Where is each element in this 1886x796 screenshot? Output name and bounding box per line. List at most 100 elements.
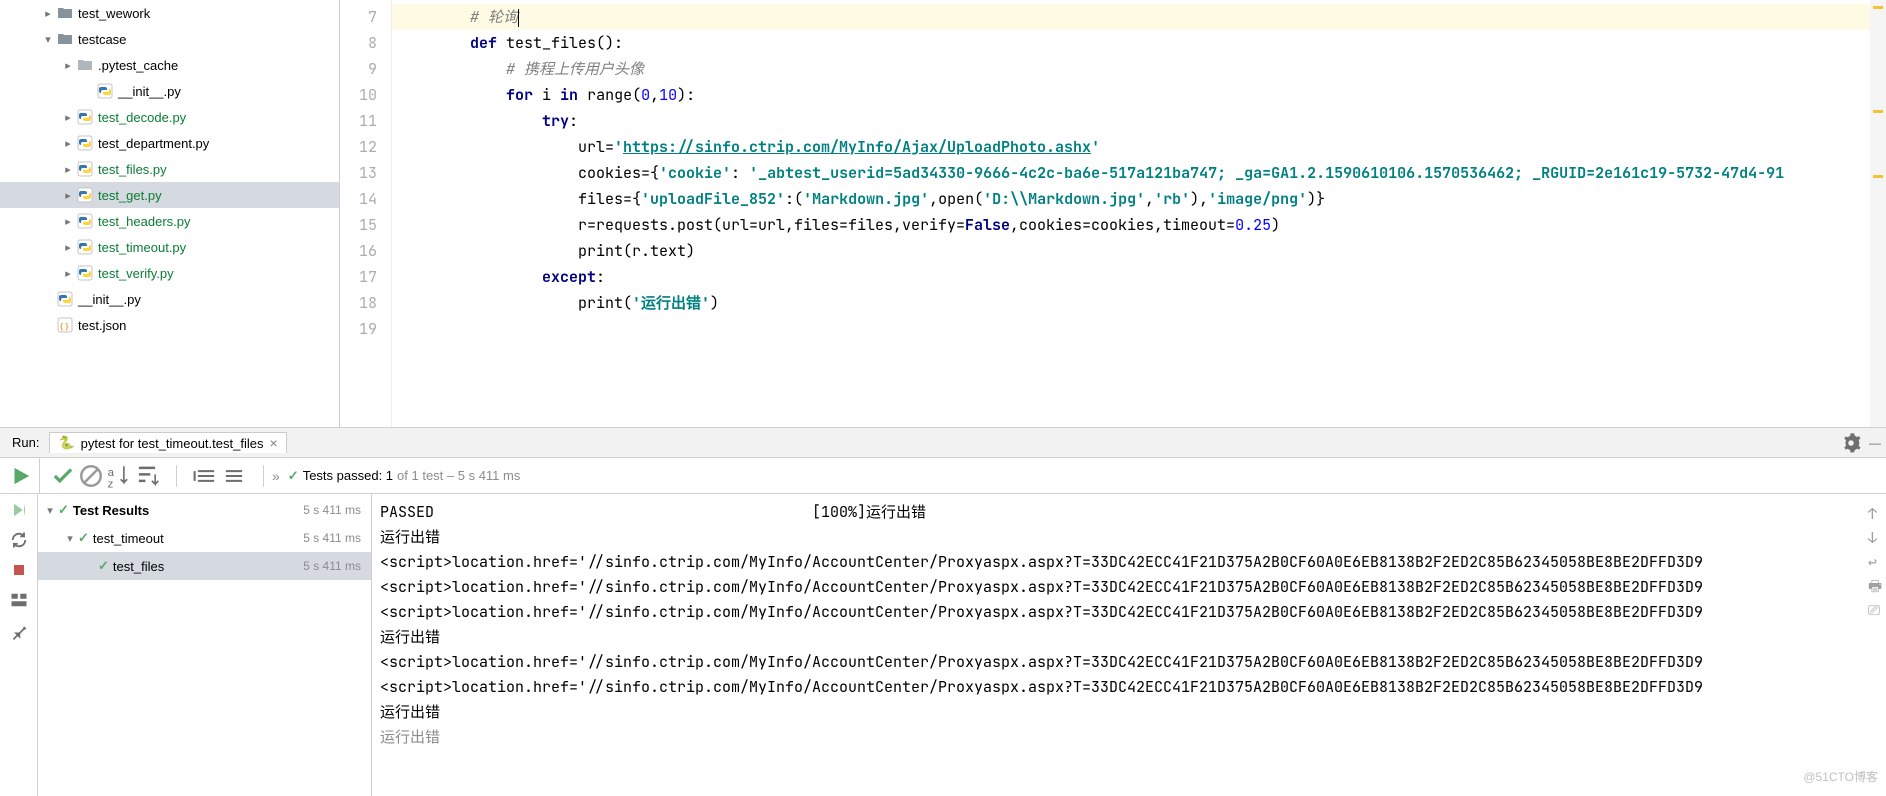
tree-item-test-json[interactable]: ▸{ }test.json — [0, 312, 339, 338]
py-icon — [96, 82, 114, 100]
watermark: @51CTO博客 — [1803, 765, 1878, 790]
code-editor[interactable]: 78910111213141516171819 # 轮询 def test_fi… — [340, 0, 1886, 427]
sort-alpha-icon[interactable]: az — [106, 463, 132, 489]
pin-icon[interactable] — [9, 620, 29, 640]
line-number: 13 — [340, 160, 391, 186]
svg-text:{ }: { } — [60, 322, 68, 331]
tree-item-label: __init__.py — [78, 292, 141, 307]
tree-item-label: test_headers.py — [98, 214, 191, 229]
py-icon — [56, 290, 74, 308]
test-summary: ✓ Tests passed: 1 of 1 test – 5 s 411 ms — [288, 468, 521, 484]
run-tab-title: pytest for test_timeout.test_files — [81, 436, 264, 451]
rerun-failed-icon[interactable] — [9, 500, 29, 520]
test-results-tree[interactable]: ▾ ✓Test Results 5 s 411 ms ▾ ✓test_timeo… — [38, 494, 372, 796]
line-number: 8 — [340, 30, 391, 56]
line-number: 17 — [340, 264, 391, 290]
test-case-row[interactable]: ▾ ✓test_files 5 s 411 ms — [38, 552, 371, 580]
line-number: 9 — [340, 56, 391, 82]
test-results-root[interactable]: ▾ ✓Test Results 5 s 411 ms — [38, 496, 371, 524]
console-output[interactable]: PASSED [100%]运行出错 运行出错 <script>location.… — [372, 494, 1886, 796]
soft-wrap-icon[interactable]: ↩ — [1868, 550, 1884, 566]
clear-icon[interactable]: ⎚ — [1868, 598, 1884, 614]
folder-icon — [56, 4, 74, 22]
run-left-strip — [0, 494, 38, 796]
print-icon[interactable]: 🖶 — [1868, 574, 1884, 590]
scroll-top-icon[interactable]: ↑ — [1868, 502, 1884, 518]
gear-icon[interactable] — [1840, 432, 1862, 454]
scroll-bottom-icon[interactable]: ↓ — [1868, 526, 1884, 542]
tree-item-label: test_get.py — [98, 188, 162, 203]
editor-scrollbar[interactable] — [1870, 0, 1886, 427]
tree-item-label: test_wework — [78, 6, 150, 21]
run-tab[interactable]: 🐍 pytest for test_timeout.test_files × — [49, 432, 286, 453]
py-icon — [76, 160, 94, 178]
chevron-icon[interactable]: ▸ — [60, 215, 76, 228]
chevron-icon[interactable]: ▾ — [40, 33, 56, 46]
tree-item---init---py[interactable]: ▸__init__.py — [0, 78, 339, 104]
tree-item-test-decode-py[interactable]: ▸ test_decode.py — [0, 104, 339, 130]
chevron-icon[interactable]: ▸ — [60, 111, 76, 124]
collapse-all-icon[interactable] — [221, 463, 247, 489]
close-icon[interactable]: × — [269, 436, 277, 450]
py-icon — [76, 212, 94, 230]
folder-icon — [56, 30, 74, 48]
chevron-icon[interactable]: ▸ — [60, 163, 76, 176]
svg-text:z: z — [108, 478, 114, 489]
editor-code[interactable]: # 轮询 def test_files(): # 携程上传用户头像 for i … — [392, 0, 1886, 427]
show-passed-icon[interactable] — [50, 463, 76, 489]
py-icon — [76, 186, 94, 204]
chevron-icon[interactable]: ▸ — [60, 267, 76, 280]
run-label: Run: — [12, 435, 39, 450]
py-icon — [76, 264, 94, 282]
project-tree[interactable]: ▸test_wework▾testcase▸.pytest_cache▸__in… — [0, 0, 340, 427]
tree-item-label: test_decode.py — [98, 110, 186, 125]
tree-item-testcase[interactable]: ▾testcase — [0, 26, 339, 52]
tree-item-test-wework[interactable]: ▸ test_wework — [0, 0, 339, 26]
line-number: 11 — [340, 108, 391, 134]
tree-item-test-verify-py[interactable]: ▸ test_verify.py — [0, 260, 339, 286]
tree-item-label: .pytest_cache — [98, 58, 178, 73]
py-icon — [76, 108, 94, 126]
tree-item-label: test_files.py — [98, 162, 167, 177]
line-number: 15 — [340, 212, 391, 238]
tree-item-label: __init__.py — [118, 84, 181, 99]
line-number: 19 — [340, 316, 391, 342]
test-toolbar: az » ✓ Tests passed: 1 of 1 test – 5 s 4… — [0, 458, 1886, 494]
pytest-icon: 🐍 — [58, 435, 74, 451]
layout-icon[interactable] — [9, 590, 29, 610]
rerun-icon[interactable] — [8, 463, 34, 489]
expand-all-icon[interactable] — [193, 463, 219, 489]
line-number: 14 — [340, 186, 391, 212]
chevron-icon[interactable]: ▸ — [60, 59, 76, 72]
tree-item-test-department-py[interactable]: ▸ test_department.py — [0, 130, 339, 156]
chevron-icon[interactable]: ▸ — [60, 137, 76, 150]
tree-item-label: test_verify.py — [98, 266, 174, 281]
tree-item--pytest-cache[interactable]: ▸ .pytest_cache — [0, 52, 339, 78]
tree-item-label: test_department.py — [98, 136, 209, 151]
sort-duration-icon[interactable] — [134, 463, 160, 489]
chevron-icon[interactable]: ▸ — [60, 241, 76, 254]
minimize-icon[interactable]: — — [1864, 432, 1886, 454]
check-icon: ✓ — [288, 468, 299, 484]
py-icon — [76, 238, 94, 256]
line-number: 10 — [340, 82, 391, 108]
stop-icon[interactable] — [9, 560, 29, 580]
tree-item---init---py[interactable]: ▸__init__.py — [0, 286, 339, 312]
tree-item-test-timeout-py[interactable]: ▸test_timeout.py — [0, 234, 339, 260]
tree-item-label: test.json — [78, 318, 126, 333]
chevron-icon[interactable]: ▸ — [60, 189, 76, 202]
editor-gutter: 78910111213141516171819 — [340, 0, 392, 427]
run-panel-header: Run: 🐍 pytest for test_timeout.test_file… — [0, 428, 1886, 458]
show-ignored-icon[interactable] — [78, 463, 104, 489]
line-number: 18 — [340, 290, 391, 316]
svg-text:a: a — [108, 467, 115, 479]
chevron-icon[interactable]: ▸ — [40, 7, 56, 20]
tree-item-test-headers-py[interactable]: ▸ test_headers.py — [0, 208, 339, 234]
json-icon: { } — [56, 316, 74, 334]
toggle-autotest-icon[interactable] — [9, 530, 29, 550]
line-number: 16 — [340, 238, 391, 264]
line-number: 12 — [340, 134, 391, 160]
tree-item-test-files-py[interactable]: ▸ test_files.py — [0, 156, 339, 182]
test-suite-row[interactable]: ▾ ✓test_timeout 5 s 411 ms — [38, 524, 371, 552]
tree-item-test-get-py[interactable]: ▸ test_get.py — [0, 182, 339, 208]
